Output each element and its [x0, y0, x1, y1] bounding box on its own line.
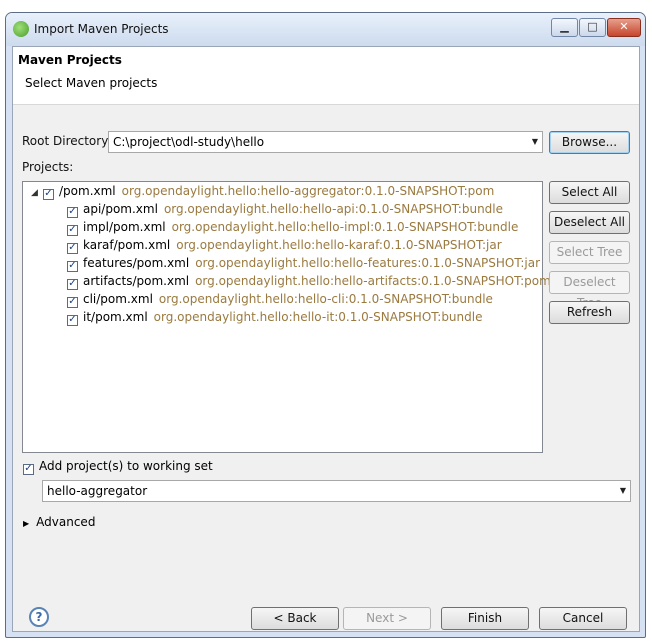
checkbox[interactable]: ✓ [67, 279, 78, 290]
chevron-down-icon[interactable]: ▼ [532, 132, 538, 152]
working-set-value: hello-aggregator [47, 484, 148, 498]
tree-item-gav: org.opendaylight.hello:hello-api:0.1.0-S… [163, 202, 504, 216]
collapse-arrow-icon[interactable]: ◢ [31, 184, 43, 202]
maximize-button[interactable]: □ [579, 18, 606, 37]
minimize-button[interactable]: ▁ [551, 18, 578, 37]
tree-item-gav: org.opendaylight.hello:hello-it:0.1.0-SN… [153, 310, 483, 324]
advanced-label: Advanced [36, 515, 96, 529]
checkbox[interactable]: ✓ [67, 207, 78, 218]
browse-button[interactable]: Browse... [549, 131, 630, 154]
select-all-button[interactable]: Select All [549, 181, 630, 204]
title-bar[interactable]: Import Maven Projects ▁ □ ✕ [6, 13, 645, 46]
tree-item-gav: org.opendaylight.hello:hello-cli:0.1.0-S… [158, 292, 493, 306]
tree-item-name: features/pom.xml [83, 256, 190, 270]
tree-item-name: it/pom.xml [83, 310, 148, 324]
tree-item-name: karaf/pom.xml [83, 238, 171, 252]
checkbox[interactable]: ✓ [67, 225, 78, 236]
root-directory-label: Root Directory: [22, 134, 112, 148]
tree-item-name: artifacts/pom.xml [83, 274, 190, 288]
window-title: Import Maven Projects [34, 22, 169, 36]
cancel-button[interactable]: Cancel [539, 607, 627, 630]
spring-icon [13, 21, 29, 37]
tree-item-gav: org.opendaylight.hello:hello-artifacts:0… [195, 274, 551, 288]
tree-item-gav: org.opendaylight.hello:hello-karaf:0.1.0… [176, 238, 502, 252]
tree-item-gav: org.opendaylight.hello:hello-aggregator:… [121, 184, 495, 198]
tree-item-name: api/pom.xml [83, 202, 158, 216]
tree-item-name: impl/pom.xml [83, 220, 166, 234]
checkbox[interactable]: ✓ [67, 297, 78, 308]
chevron-down-icon[interactable]: ▼ [620, 481, 626, 501]
projects-label: Projects: [22, 160, 74, 174]
working-set-label: Add project(s) to working set [39, 459, 213, 473]
next-button[interactable]: Next > [343, 607, 431, 630]
tree-item-name: cli/pom.xml [83, 292, 153, 306]
tree-row-root[interactable]: ◢ ✓ /pom.xml org.opendaylight.hello:hello-a… [31, 182, 494, 200]
root-checkbox[interactable]: ✓ [43, 189, 54, 200]
import-maven-window: Import Maven Projects ▁ □ ✕ Maven Projec… [5, 12, 646, 638]
tree-item-name: /pom.xml [59, 184, 116, 198]
wizard-header: Maven Projects Select Maven projects [13, 47, 639, 105]
tree-row[interactable]: ✓ cli/pom.xml org.opendaylight.hello:hello… [67, 290, 493, 308]
working-set-combo[interactable]: hello-aggregator ▼ [42, 480, 631, 502]
finish-button[interactable]: Finish [441, 607, 529, 630]
dialog-body: Maven Projects Select Maven projects Roo… [12, 46, 640, 632]
close-button[interactable]: ✕ [607, 18, 641, 37]
help-icon[interactable]: ? [29, 607, 49, 627]
deselect-tree-button[interactable]: Deselect Tree [549, 271, 630, 310]
tree-item-gav: org.opendaylight.hello:hello-impl:0.1.0-… [171, 220, 519, 234]
tree-row[interactable]: ✓ karaf/pom.xml org.opendaylight.hello:hel… [67, 236, 502, 254]
working-set-option[interactable]: ✓ Add project(s) to working set [23, 457, 213, 475]
checkbox[interactable]: ✓ [67, 261, 78, 272]
select-tree-button[interactable]: Select Tree [549, 241, 630, 264]
tree-row[interactable]: ✓ it/pom.xml org.opendaylight.hello:hello-… [67, 308, 482, 326]
tree-row[interactable]: ✓ impl/pom.xml org.opendaylight.hello:hell… [67, 218, 518, 236]
checkbox[interactable]: ✓ [67, 243, 78, 254]
projects-tree[interactable]: ◢ ✓/pom.xml org.opendaylight.hello:hello-a… [22, 181, 551, 453]
back-button[interactable]: < Back [251, 607, 339, 630]
page-subtitle: Select Maven projects [25, 76, 158, 90]
tree-row[interactable]: ✓ api/pom.xml org.opendaylight.hello:hello… [67, 200, 503, 218]
expand-arrow-icon[interactable]: ▶ [23, 519, 29, 528]
refresh-button[interactable]: Refresh [549, 301, 630, 324]
root-directory-value: C:\project\odl-study\hello [113, 135, 265, 149]
tree-row[interactable]: ✓ features/pom.xml org.opendaylight.hello:… [67, 254, 540, 272]
tree-item-gav: org.opendaylight.hello:hello-features:0.… [195, 256, 541, 270]
root-directory-combo[interactable]: C:\project\odl-study\hello ▼ [108, 131, 543, 153]
deselect-all-button[interactable]: Deselect All [549, 211, 630, 234]
advanced-section[interactable]: ▶ Advanced [23, 513, 95, 531]
tree-row[interactable]: ✓ artifacts/pom.xml org.opendaylight.hello… [67, 272, 551, 290]
page-title: Maven Projects [18, 53, 122, 67]
checkbox[interactable]: ✓ [67, 315, 78, 326]
working-set-checkbox[interactable]: ✓ [23, 464, 34, 475]
